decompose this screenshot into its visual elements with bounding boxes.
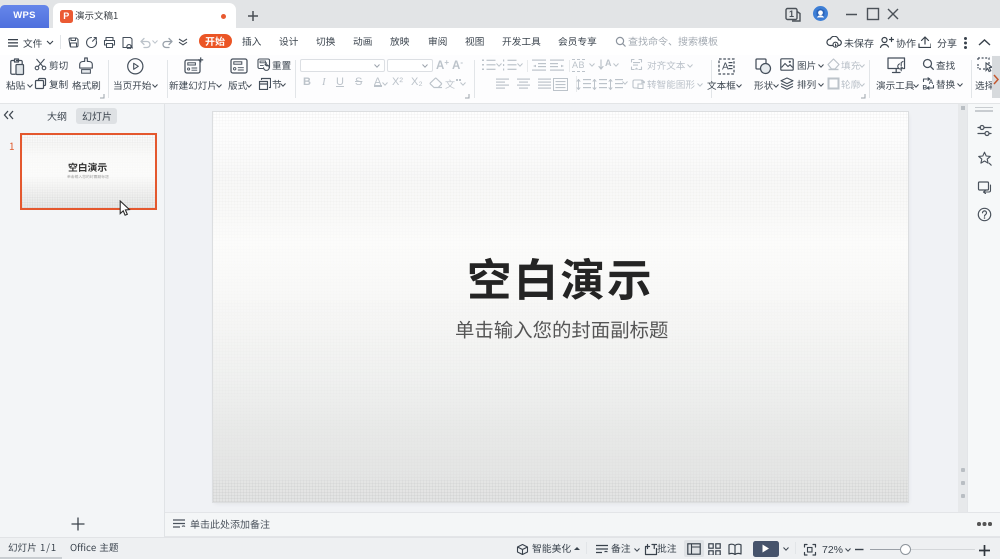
svg-text:B: B — [923, 85, 928, 91]
svg-text:A: A — [929, 79, 934, 86]
svg-text:A: A — [605, 58, 612, 68]
svg-text:A: A — [722, 61, 729, 72]
